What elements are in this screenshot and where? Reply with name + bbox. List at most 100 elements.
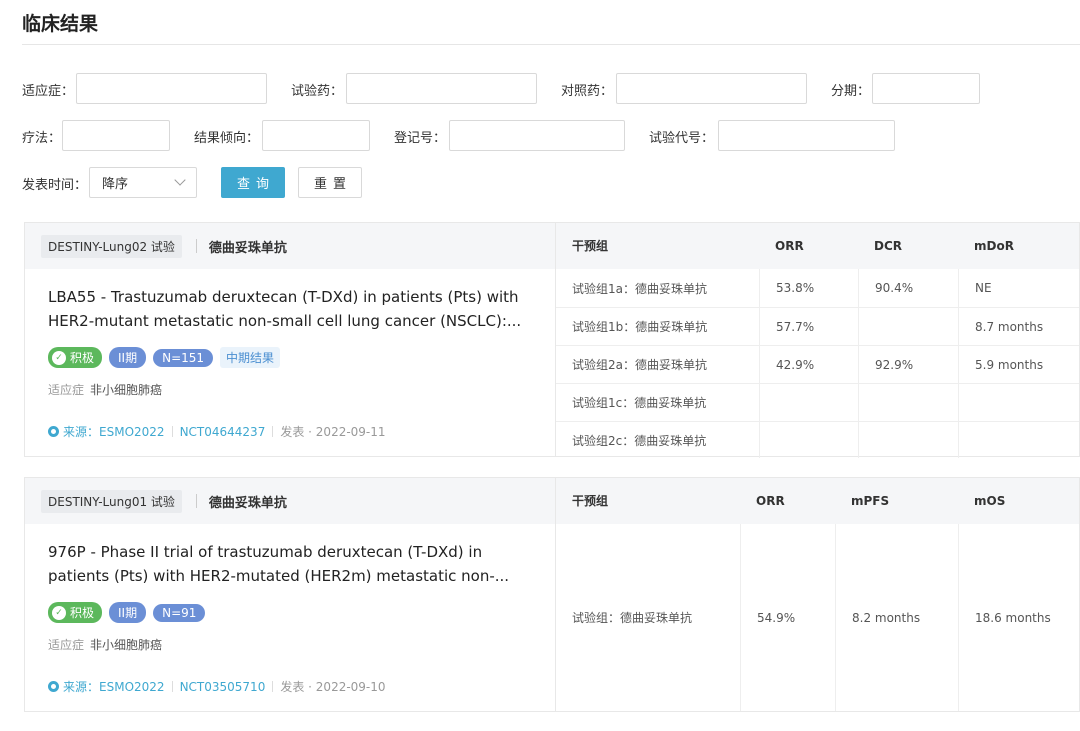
control-drug-filter-label: 对照药： xyxy=(561,84,614,99)
divider xyxy=(171,426,173,437)
table-cell: 8.2 months xyxy=(835,524,958,711)
drug-name[interactable]: 德曲妥珠单抗 xyxy=(209,237,287,256)
positive-tag: ✓ 积极 xyxy=(48,602,103,623)
result-tendency-filter-label: 结果倾向： xyxy=(194,131,260,146)
trial-name-tag[interactable]: DESTINY-Lung02 试验 xyxy=(41,234,182,258)
test-drug-filter-label: 试验药： xyxy=(291,84,344,99)
phase-tag: II期 xyxy=(109,602,147,623)
result-card: DESTINY-Lung01 试验 德曲妥珠单抗 976P - Phase II… xyxy=(24,477,1080,712)
table-cell xyxy=(958,422,1079,458)
result-card: DESTINY-Lung02 试验 德曲妥珠单抗 LBA55 - Trastuz… xyxy=(24,222,1080,458)
stage-tag: 中期结果 xyxy=(220,347,281,368)
table-cell: 53.8% xyxy=(759,269,858,307)
positive-tag-label: 积极 xyxy=(70,351,95,365)
table-cell: 54.9% xyxy=(740,524,835,711)
table-header: 干预组 ORR mPFS mOS xyxy=(556,478,1079,524)
chevron-down-icon xyxy=(174,174,186,186)
table-cell: NE xyxy=(958,269,1079,307)
table-cell: 试验组2c：德曲妥珠单抗 xyxy=(572,433,707,448)
table-cell xyxy=(759,384,858,421)
drug-name[interactable]: 德曲妥珠单抗 xyxy=(209,492,287,511)
column-header: mPFS xyxy=(851,494,890,508)
table-cell xyxy=(958,384,1079,421)
phase-input[interactable] xyxy=(872,73,980,104)
table-cell xyxy=(858,422,958,458)
trial-name-tag[interactable]: DESTINY-Lung01 试验 xyxy=(41,489,182,513)
indication-input[interactable] xyxy=(76,73,267,104)
positive-tag: ✓ 积极 xyxy=(48,347,103,368)
control-drug-input[interactable] xyxy=(616,73,807,104)
table-cell: 5.9 months xyxy=(958,346,1079,383)
result-tendency-input[interactable] xyxy=(262,120,370,151)
query-button[interactable]: 查询 xyxy=(221,167,285,198)
indication-value: 非小细胞肺癌 xyxy=(90,638,163,652)
indication-line: 适应症 非小细胞肺癌 xyxy=(48,381,162,398)
registration-filter-label: 登记号： xyxy=(394,131,447,146)
table-cell xyxy=(858,308,958,345)
therapy-filter-label: 疗法： xyxy=(22,131,62,146)
table-cell: 90.4% xyxy=(858,269,958,307)
column-header: mOS xyxy=(974,494,1006,508)
table-row: 试验组1a：德曲妥珠单抗 53.8% 90.4% NE xyxy=(556,269,1079,307)
table-header: 干预组 ORR DCR mDoR xyxy=(556,223,1079,269)
indication-value: 非小细胞肺癌 xyxy=(90,383,163,397)
sample-size-tag: N=151 xyxy=(153,348,214,367)
card-title[interactable]: LBA55 - Trastuzumab deruxtecan (T-DXd) i… xyxy=(48,285,537,333)
positive-tag-label: 积极 xyxy=(70,606,95,620)
title-divider xyxy=(22,44,1080,45)
table-cell xyxy=(858,384,958,421)
card-title[interactable]: 976P - Phase II trial of trastuzumab der… xyxy=(48,540,537,588)
therapy-input[interactable] xyxy=(62,120,170,151)
published-date: 2022-09-11 xyxy=(315,424,386,439)
table-cell: 57.7% xyxy=(759,308,858,345)
table-row: 试验组：德曲妥珠单抗 54.9% 8.2 months 18.6 months xyxy=(556,524,1079,711)
table-cell: 试验组：德曲妥珠单抗 xyxy=(572,611,693,625)
source-label: 来源： xyxy=(63,680,100,694)
tag-group: ✓ 积极 II期 N=91 xyxy=(48,602,206,623)
table-cell: 试验组2a：德曲妥珠单抗 xyxy=(572,358,707,372)
phase-filter-label: 分期： xyxy=(831,84,871,99)
header-separator xyxy=(195,494,197,508)
table-row: 试验组1c：德曲妥珠单抗 xyxy=(556,383,1079,421)
trial-code-filter-label: 试验代号： xyxy=(649,131,715,146)
indication-filter-label: 适应症： xyxy=(22,84,75,99)
shield-check-icon: ✓ xyxy=(52,350,66,365)
divider xyxy=(171,681,173,692)
sort-order-value: 降序 xyxy=(102,177,129,192)
shield-check-icon: ✓ xyxy=(52,605,66,620)
table-row: 试验组2a：德曲妥珠单抗 42.9% 92.9% 5.9 months xyxy=(556,345,1079,383)
source-link[interactable]: ESMO2022 xyxy=(99,425,165,439)
indication-line: 适应症 非小细胞肺癌 xyxy=(48,636,162,653)
card-summary: DESTINY-Lung02 试验 德曲妥珠单抗 LBA55 - Trastuz… xyxy=(25,223,555,456)
source-icon xyxy=(48,426,59,437)
column-header: mDoR xyxy=(974,239,1014,253)
header-separator xyxy=(195,239,197,253)
tag-group: ✓ 积极 II期 N=151 中期结果 xyxy=(48,347,281,368)
nct-link[interactable]: NCT04644237 xyxy=(180,425,266,439)
table-cell: 试验组1c：德曲妥珠单抗 xyxy=(572,396,707,410)
table-cell: 8.7 months xyxy=(958,308,1079,345)
sample-size-tag: N=91 xyxy=(153,603,206,622)
registration-input[interactable] xyxy=(449,120,625,151)
nct-link[interactable]: NCT03505710 xyxy=(180,680,266,694)
indication-label: 适应症 xyxy=(48,383,85,397)
test-drug-input[interactable] xyxy=(346,73,537,104)
card-header: DESTINY-Lung01 试验 德曲妥珠单抗 xyxy=(25,478,555,524)
published-label: 发表 · xyxy=(280,425,312,439)
reset-button[interactable]: 重置 xyxy=(298,167,362,198)
published-label: 发表 · xyxy=(280,680,312,694)
table-cell: 试验组1b：德曲妥珠单抗 xyxy=(572,320,708,334)
published-date: 2022-09-10 xyxy=(315,679,386,694)
source-label: 来源： xyxy=(63,425,100,439)
table-cell: 18.6 months xyxy=(958,524,1079,711)
table-row: 试验组1b：德曲妥珠单抗 57.7% 8.7 months xyxy=(556,307,1079,345)
sort-order-select[interactable]: 降序 xyxy=(89,167,197,198)
source-icon xyxy=(48,681,59,692)
source-link[interactable]: ESMO2022 xyxy=(99,680,165,694)
source-line: 来源： ESMO2022 NCT03505710 发表 · 2022-09-10 xyxy=(48,678,386,695)
column-header: 干预组 xyxy=(572,494,609,508)
phase-tag: II期 xyxy=(109,347,147,368)
trial-code-input[interactable] xyxy=(718,120,895,151)
column-header: DCR xyxy=(874,239,903,253)
page-title: 临床结果 xyxy=(22,13,99,35)
